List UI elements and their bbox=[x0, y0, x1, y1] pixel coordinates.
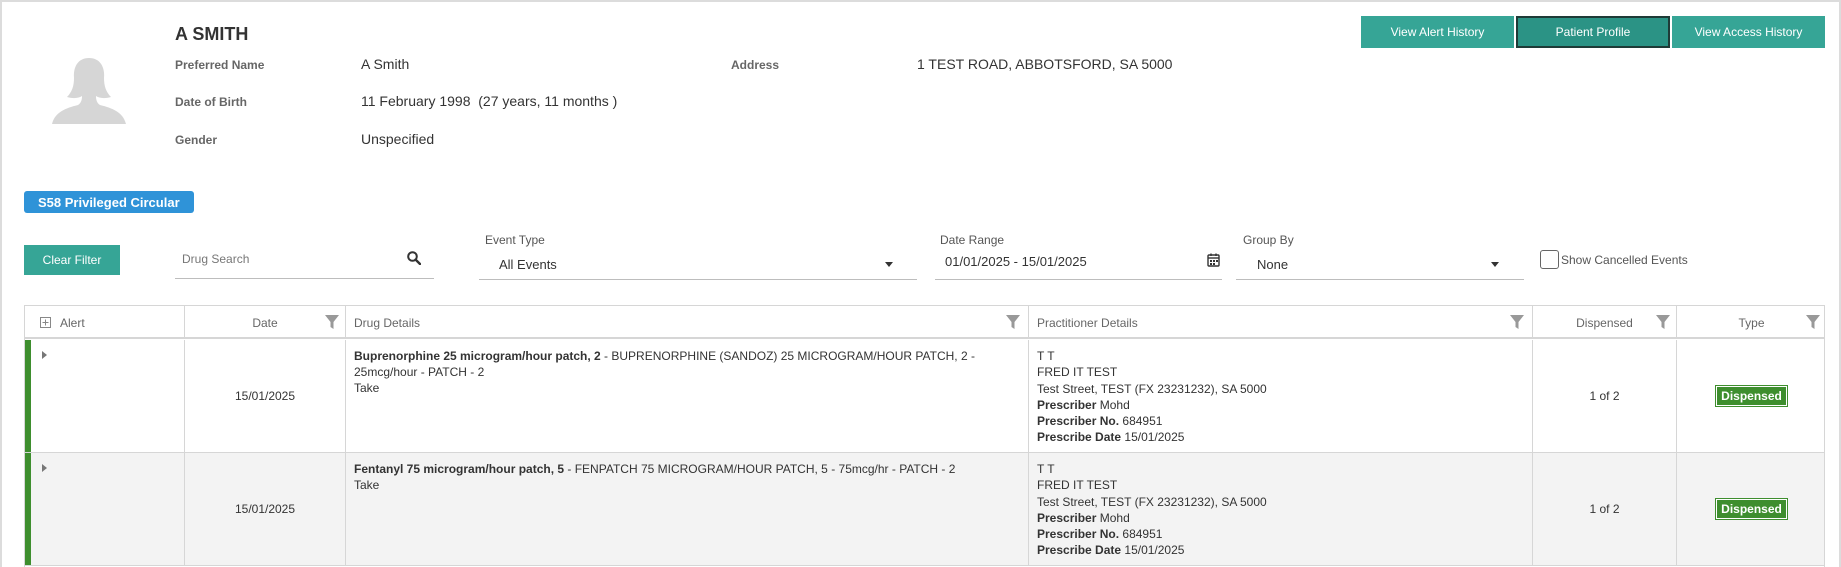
address-label: Address bbox=[731, 58, 780, 72]
practitioner-org: FRED IT TEST bbox=[1037, 478, 1118, 493]
drug-description: - FENPATCH 75 MICROGRAM/HOUR PATCH, 5 - … bbox=[564, 462, 956, 476]
drug-instruction: Take bbox=[354, 381, 380, 395]
column-date[interactable]: Date bbox=[185, 306, 346, 339]
drug-search-input[interactable]: Drug Search bbox=[175, 248, 434, 279]
cell-alert bbox=[25, 340, 185, 452]
practitioner-address: Test Street, TEST (FX 23231232), SA 5000 bbox=[1037, 381, 1267, 396]
gender-label: Gender bbox=[175, 133, 218, 147]
column-dispensed-label: Dispensed bbox=[1576, 315, 1633, 330]
status-badge: Dispensed bbox=[1715, 498, 1788, 520]
drug-instruction: Take bbox=[354, 478, 380, 492]
expand-all-icon[interactable] bbox=[40, 317, 51, 328]
prescribe-date-value: 15/01/2025 bbox=[1124, 430, 1185, 445]
column-type-label: Type bbox=[1738, 315, 1765, 330]
column-practitioner-details[interactable]: Practitioner Details bbox=[1029, 306, 1533, 339]
clear-filter-button[interactable]: Clear Filter bbox=[24, 245, 120, 275]
column-date-label: Date bbox=[252, 315, 278, 330]
view-alert-history-button[interactable]: View Alert History bbox=[1361, 16, 1514, 48]
prescriber-no-label: Prescriber No. bbox=[1037, 527, 1120, 542]
search-icon[interactable] bbox=[407, 251, 421, 265]
table-row[interactable]: 15/01/2025 Fentanyl 75 microgram/hour pa… bbox=[25, 453, 1824, 566]
dob-value: 11 February 1998 (27 years, 11 months ) bbox=[361, 93, 618, 109]
practitioner-address: Test Street, TEST (FX 23231232), SA 5000 bbox=[1037, 494, 1267, 509]
calendar-icon[interactable] bbox=[1207, 253, 1220, 267]
chevron-down-icon bbox=[885, 262, 893, 267]
address-value: 1 TEST ROAD, ABBOTSFORD, SA 5000 bbox=[917, 56, 1173, 72]
drug-search-placeholder: Drug Search bbox=[182, 252, 250, 266]
date-range-value: 01/01/2025 - 15/01/2025 bbox=[945, 254, 1087, 269]
group-by-select[interactable]: None bbox=[1236, 250, 1524, 280]
column-dispensed[interactable]: Dispensed bbox=[1533, 306, 1677, 339]
column-drug-label: Drug Details bbox=[354, 315, 421, 330]
cell-dispensed: 1 of 2 bbox=[1533, 453, 1677, 565]
dob-label: Date of Birth bbox=[175, 95, 247, 109]
prescriber-no-value: 684951 bbox=[1122, 527, 1163, 542]
cell-drug-details: Fentanyl 75 microgram/hour patch, 5 - FE… bbox=[346, 453, 1029, 565]
prescriber-label: Prescriber bbox=[1037, 397, 1097, 412]
cell-type: Dispensed bbox=[1677, 453, 1826, 565]
cell-practitioner-details: T T FRED IT TEST Test Street, TEST (FX 2… bbox=[1029, 340, 1533, 452]
chevron-down-icon bbox=[1491, 262, 1499, 267]
cell-date: 15/01/2025 bbox=[185, 340, 346, 452]
event-type-label: Event Type bbox=[485, 233, 545, 247]
column-alert-label: Alert bbox=[60, 315, 85, 330]
drug-name: Fentanyl 75 microgram/hour patch, 5 bbox=[354, 462, 565, 476]
prescribe-date-label: Prescribe Date bbox=[1037, 430, 1122, 445]
cell-alert bbox=[25, 453, 185, 565]
column-type[interactable]: Type bbox=[1677, 306, 1826, 339]
column-practitioner-label: Practitioner Details bbox=[1037, 315, 1138, 330]
practitioner-org: FRED IT TEST bbox=[1037, 365, 1118, 380]
patient-profile-button[interactable]: Patient Profile bbox=[1516, 16, 1670, 48]
prescriber-label: Prescriber bbox=[1037, 510, 1097, 525]
prescribe-date-value: 15/01/2025 bbox=[1124, 543, 1185, 558]
expand-row-icon[interactable] bbox=[42, 464, 47, 472]
date-range-input[interactable]: 01/01/2025 - 15/01/2025 bbox=[935, 250, 1222, 280]
group-by-label: Group By bbox=[1243, 233, 1294, 247]
show-cancelled-label: Show Cancelled Events bbox=[1561, 253, 1688, 267]
table-row[interactable]: 15/01/2025 Buprenorphine 25 microgram/ho… bbox=[25, 340, 1824, 453]
practitioner-name: T T bbox=[1037, 462, 1055, 476]
event-type-select[interactable]: All Events bbox=[479, 250, 917, 280]
preferred-name-value: A Smith bbox=[361, 56, 410, 72]
prescribe-date-label: Prescribe Date bbox=[1037, 543, 1122, 558]
filter-icon[interactable] bbox=[1006, 315, 1020, 329]
drug-name: Buprenorphine 25 microgram/hour patch, 2 bbox=[354, 349, 601, 363]
patient-name: A SMITH bbox=[175, 24, 249, 44]
status-badge: Dispensed bbox=[1715, 385, 1788, 407]
events-table: Alert Date Drug Details Practitioner Det… bbox=[24, 305, 1825, 567]
table-header: Alert Date Drug Details Practitioner Det… bbox=[25, 306, 1824, 339]
view-access-history-button[interactable]: View Access History bbox=[1672, 16, 1825, 48]
group-by-value: None bbox=[1257, 257, 1289, 272]
cell-type: Dispensed bbox=[1677, 340, 1826, 452]
column-alert[interactable]: Alert bbox=[25, 306, 185, 339]
cell-dispensed: 1 of 2 bbox=[1533, 340, 1677, 452]
cell-practitioner-details: T T FRED IT TEST Test Street, TEST (FX 2… bbox=[1029, 453, 1533, 565]
date-range-label: Date Range bbox=[940, 233, 1005, 247]
filter-icon[interactable] bbox=[1510, 315, 1524, 329]
event-type-value: All Events bbox=[499, 257, 557, 272]
gender-value: Unspecified bbox=[361, 131, 435, 147]
prescriber-no-label: Prescriber No. bbox=[1037, 414, 1120, 429]
prescriber-no-value: 684951 bbox=[1122, 414, 1163, 429]
person-silhouette-icon bbox=[52, 58, 126, 124]
show-cancelled-checkbox[interactable] bbox=[1540, 250, 1559, 269]
cell-drug-details: Buprenorphine 25 microgram/hour patch, 2… bbox=[346, 340, 1029, 452]
s58-privileged-badge: S58 Privileged Circular bbox=[24, 191, 194, 213]
practitioner-name: T T bbox=[1037, 349, 1055, 363]
prescriber-value: Mohd bbox=[1099, 397, 1130, 412]
filter-icon[interactable] bbox=[1806, 315, 1820, 329]
column-drug-details[interactable]: Drug Details bbox=[346, 306, 1029, 339]
expand-row-icon[interactable] bbox=[42, 351, 47, 359]
prescriber-value: Mohd bbox=[1099, 510, 1130, 525]
filter-icon[interactable] bbox=[325, 315, 339, 329]
preferred-name-label: Preferred Name bbox=[175, 58, 265, 72]
filter-icon[interactable] bbox=[1656, 315, 1670, 329]
cell-date: 15/01/2025 bbox=[185, 453, 346, 565]
